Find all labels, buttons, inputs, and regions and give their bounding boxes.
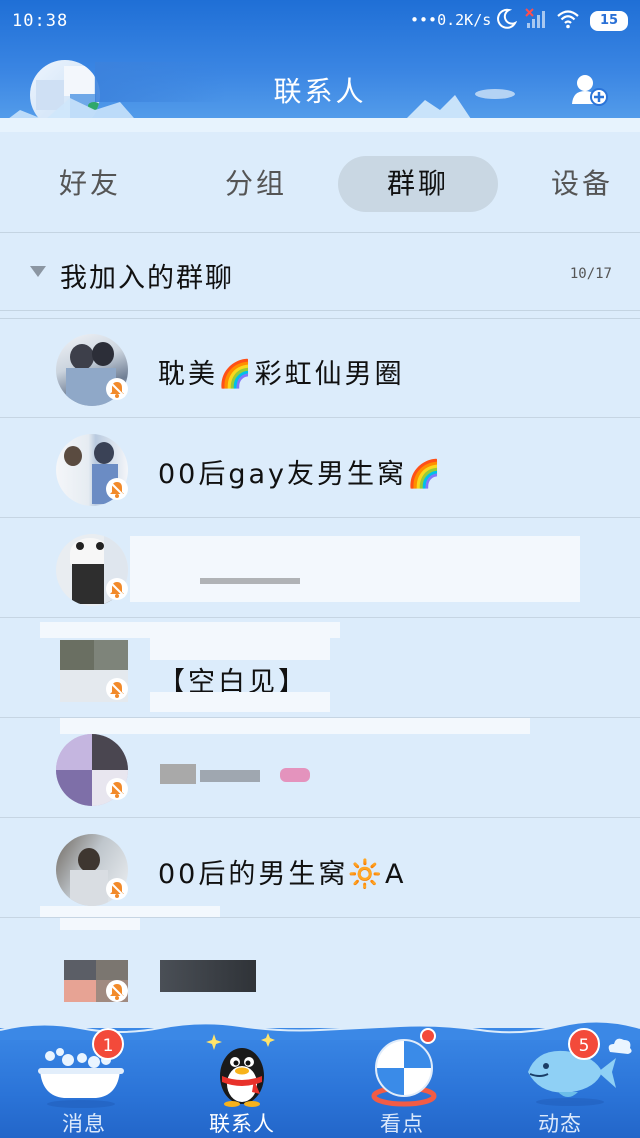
- section-divider: [0, 310, 640, 311]
- collapse-caret-icon: [30, 266, 46, 277]
- ball-icon: [371, 1039, 437, 1107]
- nav-label: 消息: [62, 1112, 106, 1136]
- tab-friends[interactable]: 好友: [30, 156, 150, 212]
- mute-bell-icon: [106, 678, 128, 700]
- nav-moments[interactable]: 5 动态: [480, 1028, 640, 1138]
- header: 10:38 •••0.2K/s 15 联系人: [0, 0, 640, 132]
- bottom-nav: 1 消息 联系人 看点 5 动态: [0, 1020, 640, 1138]
- nav-label: 动态: [538, 1112, 582, 1136]
- mute-bell-icon: [106, 578, 128, 600]
- nav-label: 联系人: [209, 1112, 275, 1136]
- penguin-icon: [206, 1033, 275, 1107]
- list-item[interactable]: 耽美🌈彩虹仙男圈: [0, 318, 640, 418]
- list-item[interactable]: 【空白见】: [0, 618, 640, 718]
- redaction-block: [60, 718, 530, 734]
- redaction-block: [40, 622, 340, 638]
- mute-bell-icon: [106, 778, 128, 800]
- network-speed: •••0.2K/s: [410, 11, 492, 29]
- list-item[interactable]: [0, 918, 640, 1018]
- nav-label: 看点: [380, 1112, 424, 1136]
- group-name: 00后的男生窝🔆A: [158, 859, 407, 890]
- tab-devices[interactable]: 设备: [522, 156, 640, 212]
- mute-bell-icon: [106, 478, 128, 500]
- unread-badge: 1: [92, 1028, 124, 1060]
- unread-badge: 5: [568, 1028, 600, 1060]
- group-count: 10/17: [569, 266, 612, 282]
- redaction-block: [160, 764, 196, 784]
- new-content-dot: [420, 1028, 436, 1044]
- redaction-block: [280, 768, 310, 782]
- list-item[interactable]: [0, 718, 640, 818]
- group-name: 耽美🌈彩虹仙男圈: [158, 359, 405, 390]
- mute-bell-icon: [106, 378, 128, 400]
- list-item[interactable]: 00后gay友男生窝🌈: [0, 418, 640, 518]
- redaction-block: [160, 960, 256, 992]
- redaction-residue: [200, 578, 300, 584]
- clock: 10:38: [12, 11, 69, 31]
- contact-tabs: 好友 分组 群聊 设备: [0, 150, 640, 216]
- status-bar: 10:38 •••0.2K/s 15: [0, 0, 640, 44]
- battery-indicator: 15: [590, 11, 628, 31]
- tabs-divider: [0, 232, 640, 233]
- cloud-icon: [608, 1038, 632, 1054]
- signal-icon: [525, 8, 545, 28]
- tab-group-chats[interactable]: 群聊: [338, 156, 498, 212]
- nav-discover[interactable]: 看点: [322, 1028, 482, 1138]
- wifi-icon: [557, 10, 579, 29]
- group-section-title: 我加入的群聊: [60, 263, 234, 294]
- redaction-block: [150, 638, 330, 660]
- tab-groups[interactable]: 分组: [196, 156, 316, 212]
- list-item[interactable]: 00后的男生窝🔆A: [0, 818, 640, 918]
- header-bottom-edge: [0, 118, 640, 132]
- nav-messages[interactable]: 1 消息: [4, 1028, 164, 1138]
- redaction-block: [150, 692, 330, 712]
- redaction-block: [130, 536, 580, 602]
- mute-bell-icon: [106, 980, 128, 1002]
- redaction-block: [200, 770, 260, 782]
- moon-icon: [497, 8, 517, 29]
- list-item[interactable]: [0, 518, 640, 618]
- nav-contacts[interactable]: 联系人: [162, 1028, 322, 1138]
- group-section-header[interactable]: 我加入的群聊 10/17: [0, 244, 640, 304]
- group-name: 00后gay友男生窝🌈: [158, 459, 444, 490]
- mute-bell-icon: [106, 878, 128, 900]
- redaction-block: [60, 918, 140, 930]
